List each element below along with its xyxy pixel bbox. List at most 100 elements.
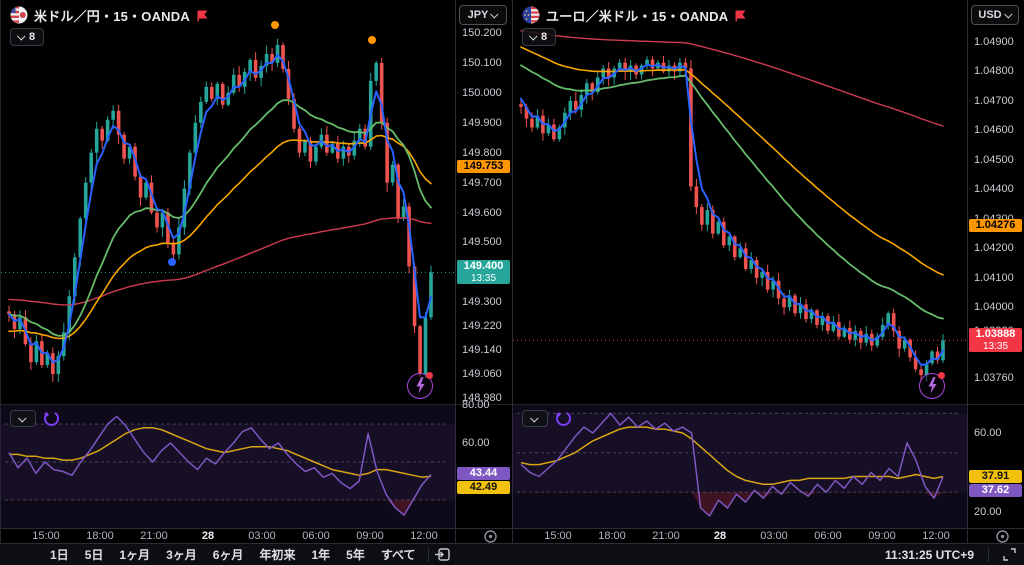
go-to-date-button[interactable] <box>435 547 451 562</box>
price-label: 149.500 <box>462 236 502 248</box>
symbol-header: 米ドル／円・15・OANDA <box>10 5 209 25</box>
range-button-9[interactable]: すべて <box>375 544 422 565</box>
range-button-8[interactable]: 5年 <box>340 544 371 565</box>
pane-separator[interactable] <box>1 404 512 405</box>
range-button-3[interactable]: 1ヶ月 <box>113 544 156 565</box>
time-label: 28 <box>202 530 214 542</box>
toolbar-right: 11:31:25 UTC+9 <box>885 548 1024 562</box>
chevron-down-icon <box>18 414 26 422</box>
bottom-toolbar: 1日5日1ヶ月3ヶ月6ヶ月年初来1年5年すべて 11:31:25 UTC+9 <box>0 543 1024 565</box>
indicator-logo-icon <box>555 410 572 427</box>
scroll-to-realtime-icon[interactable] <box>995 529 1010 543</box>
price-label: 149.220 <box>462 320 502 332</box>
currency-toggle-button[interactable]: USD <box>971 5 1019 25</box>
price-label: 149.800 <box>462 147 502 159</box>
price-label: 149.300 <box>462 296 502 308</box>
time-label: 18:00 <box>598 530 626 542</box>
indicator-label: 80.00 <box>462 399 490 411</box>
price-label: 150.100 <box>462 57 502 69</box>
symbol-title: 米ドル／円・15・OANDA <box>34 6 190 25</box>
scroll-to-realtime-icon[interactable] <box>483 529 498 543</box>
fullscreen-icon <box>1003 548 1016 561</box>
range-button-6[interactable]: 年初来 <box>253 544 301 565</box>
trade-lightning-button[interactable] <box>919 373 945 399</box>
legend-count: 8 <box>541 31 547 43</box>
price-label: 1.04100 <box>974 272 1014 284</box>
price-axis-border <box>967 0 968 543</box>
chevron-down-icon <box>1004 10 1012 18</box>
indicator-collapse-button[interactable] <box>10 410 36 427</box>
toolbar-divider <box>988 548 989 562</box>
legend-collapse-button[interactable]: 8 <box>10 28 44 46</box>
trading-multichart-widget: 150.200 150.100 150.000 149.900 149.800149.7… <box>0 0 1024 565</box>
price-chart-canvas[interactable] <box>1 0 455 405</box>
trade-lightning-button[interactable] <box>407 373 433 399</box>
price-badge: 149.753 <box>457 160 510 173</box>
indicator-pane[interactable] <box>1 405 455 528</box>
flagged-icon[interactable] <box>734 9 747 22</box>
indicator-badge: 43.44 <box>457 467 510 480</box>
range-button-2[interactable]: 5日 <box>79 544 110 565</box>
symbol-title: ユーロ／米ドル・15・OANDA <box>546 6 728 25</box>
time-label: 15:00 <box>32 530 60 542</box>
toolbar-divider <box>428 548 429 562</box>
price-label: 150.000 <box>462 87 502 99</box>
price-badge: 149.40013:35 <box>457 260 510 284</box>
time-label: 21:00 <box>140 530 168 542</box>
range-button-1[interactable]: 1日 <box>44 544 75 565</box>
currency-label: JPY <box>468 9 489 21</box>
indicator-badge: 37.62 <box>969 484 1022 497</box>
range-button-4[interactable]: 3ヶ月 <box>160 544 203 565</box>
price-label: 148.980 <box>462 392 502 404</box>
currency-label: USD <box>978 9 1001 21</box>
time-label: 28 <box>714 530 726 542</box>
chevron-down-icon <box>529 32 537 40</box>
time-label: 12:00 <box>922 530 950 542</box>
price-label: 150.200 <box>462 27 502 39</box>
notification-dot <box>426 372 433 379</box>
price-label: 1.04600 <box>974 124 1014 136</box>
badge-time: 13:35 <box>969 341 1022 352</box>
indicator-logo-icon <box>43 410 60 427</box>
price-badge: 1.0388813:35 <box>969 328 1022 352</box>
time-axis-separator <box>1 528 512 529</box>
price-label: 149.140 <box>462 344 502 356</box>
chevron-down-icon <box>530 414 538 422</box>
legend-collapse-button[interactable]: 8 <box>522 28 556 46</box>
time-label: 09:00 <box>356 530 384 542</box>
price-badge: 1.04276 <box>969 219 1022 232</box>
clock: 11:31:25 UTC+9 <box>885 548 974 562</box>
indicator-label: 60.00 <box>462 437 490 449</box>
time-label: 15:00 <box>544 530 572 542</box>
chart-panel-usdjpy: 150.200 150.100 150.000 149.900 149.800149.7… <box>0 0 512 543</box>
time-label: 03:00 <box>760 530 788 542</box>
indicator-label: 60.00 <box>974 427 1002 439</box>
date-range-buttons: 1日5日1ヶ月3ヶ月6ヶ月年初来1年5年すべて <box>0 544 422 565</box>
range-button-5[interactable]: 6ヶ月 <box>207 544 250 565</box>
price-label: 1.04400 <box>974 183 1014 195</box>
indicator-canvas[interactable] <box>1 405 455 528</box>
indicator-collapse-button[interactable] <box>522 410 548 427</box>
time-label: 09:00 <box>868 530 896 542</box>
price-label: 149.900 <box>462 117 502 129</box>
price-label: 1.03920 <box>974 325 1014 337</box>
price-chart-canvas[interactable] <box>513 0 967 405</box>
pane-separator[interactable] <box>513 404 1024 405</box>
time-label: 21:00 <box>652 530 680 542</box>
notification-dot <box>938 372 945 379</box>
indicator-badge: 37.91 <box>969 470 1022 483</box>
fullscreen-button[interactable] <box>1003 548 1016 561</box>
currency-toggle-button[interactable]: JPY <box>459 5 507 25</box>
range-button-7[interactable]: 1年 <box>305 544 336 565</box>
flagged-icon[interactable] <box>196 9 209 22</box>
go-to-date-icon <box>435 547 451 562</box>
indicator-canvas[interactable] <box>513 405 967 528</box>
time-axis-separator <box>513 528 1024 529</box>
price-label: 1.04800 <box>974 65 1014 77</box>
price-label: 149.600 <box>462 207 502 219</box>
price-axis-border <box>455 0 456 543</box>
indicator-badge: 42.49 <box>457 481 510 494</box>
price-label: 1.04700 <box>974 95 1014 107</box>
indicator-pane[interactable] <box>513 405 967 528</box>
time-label: 12:00 <box>410 530 438 542</box>
